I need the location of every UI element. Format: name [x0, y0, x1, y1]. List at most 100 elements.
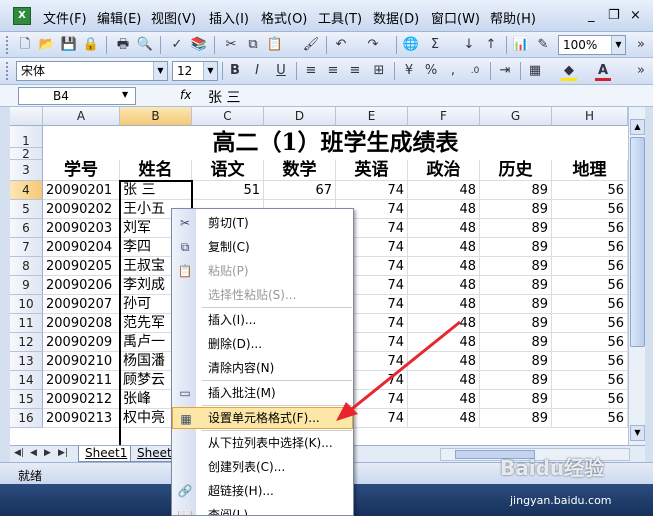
sort-descending-icon[interactable]: ↑ — [482, 36, 500, 54]
score-cell[interactable]: 56 — [552, 390, 628, 409]
context-menu-item[interactable]: 📖 查阅(L)... — [172, 504, 353, 515]
score-cell[interactable]: 89 — [480, 295, 552, 314]
score-cell[interactable]: 89 — [480, 409, 552, 428]
context-menu-item[interactable]: 清除内容(N) — [172, 357, 353, 379]
score-cell[interactable]: 56 — [552, 276, 628, 295]
row-header-7[interactable]: 7 — [10, 238, 43, 257]
student-id-cell[interactable]: 20090204 — [43, 238, 120, 257]
zoom-select[interactable]: 100% ▼ — [558, 35, 626, 55]
score-cell[interactable]: 89 — [480, 238, 552, 257]
menu-window[interactable]: 窗口(W) — [431, 8, 480, 27]
research-icon[interactable]: 📚 — [190, 36, 208, 54]
sheet-tab-1[interactable]: Sheet1 — [78, 446, 135, 462]
score-cell[interactable]: 89 — [480, 314, 552, 333]
menu-file[interactable]: 文件(F) — [43, 8, 87, 27]
context-menu-item[interactable]: 删除(D)... — [172, 333, 353, 355]
score-cell[interactable]: 56 — [552, 314, 628, 333]
student-id-cell[interactable]: 20090206 — [43, 276, 120, 295]
chevron-down-icon[interactable]: ▼ — [611, 36, 625, 54]
toolbar-options-icon[interactable]: » — [632, 36, 650, 54]
column-title-cell[interactable]: 地理 — [552, 160, 628, 181]
context-menu-item[interactable]: 从下拉列表中选择(K)... — [172, 432, 353, 454]
score-cell[interactable]: 56 — [552, 219, 628, 238]
context-menu-item[interactable]: 🔗 超链接(H)... — [172, 480, 353, 502]
score-cell[interactable]: 89 — [480, 390, 552, 409]
scroll-thumb[interactable] — [630, 137, 645, 347]
first-sheet-icon[interactable]: ◀| — [14, 448, 24, 458]
sort-ascending-icon[interactable]: ↓ — [460, 36, 478, 54]
drawing-icon[interactable]: ✎ — [534, 36, 552, 54]
column-header-b[interactable]: B — [120, 107, 192, 126]
score-cell[interactable]: 48 — [408, 352, 480, 371]
score-cell[interactable]: 89 — [480, 352, 552, 371]
close-button[interactable]: × — [630, 8, 641, 23]
context-menu-item[interactable]: 创建列表(C)... — [172, 456, 353, 478]
column-title-cell[interactable]: 英语 — [336, 160, 408, 181]
score-cell[interactable]: 48 — [408, 257, 480, 276]
chevron-down-icon[interactable]: ▼ — [122, 90, 128, 99]
chevron-down-icon[interactable]: ▼ — [203, 62, 217, 80]
score-cell[interactable]: 51 — [192, 181, 264, 200]
student-id-cell[interactable]: 20090212 — [43, 390, 120, 409]
row-header-2[interactable]: 2 — [10, 148, 43, 160]
font-name-select[interactable]: 宋体 ▼ — [16, 61, 168, 81]
score-cell[interactable]: 56 — [552, 200, 628, 219]
last-sheet-icon[interactable]: ▶| — [58, 448, 68, 458]
row-header-6[interactable]: 6 — [10, 219, 43, 238]
align-right-icon[interactable]: ≡ — [346, 62, 364, 80]
student-id-cell[interactable]: 20090203 — [43, 219, 120, 238]
toolbar-options-icon[interactable]: » — [632, 62, 650, 80]
currency-icon[interactable]: ¥ — [400, 62, 418, 80]
score-cell[interactable]: 56 — [552, 352, 628, 371]
score-cell[interactable]: 48 — [408, 409, 480, 428]
vertical-scrollbar[interactable]: ▲ ▼ — [628, 107, 645, 445]
student-id-cell[interactable]: 20090205 — [43, 257, 120, 276]
row-header-13[interactable]: 13 — [10, 352, 43, 371]
menu-edit[interactable]: 编辑(E) — [97, 8, 141, 27]
chevron-down-icon[interactable]: ▼ — [153, 62, 167, 80]
fx-icon[interactable]: fx — [180, 88, 191, 102]
sheet-title[interactable]: 高二（1）班学生成绩表 — [43, 126, 628, 160]
align-center-icon[interactable]: ≡ — [324, 62, 342, 80]
minimize-button[interactable]: _ — [588, 8, 595, 23]
student-name-cell[interactable]: 张 三 — [120, 181, 192, 200]
score-cell[interactable]: 89 — [480, 276, 552, 295]
hyperlink-icon[interactable]: 🌐 — [402, 36, 420, 54]
score-cell[interactable]: 48 — [408, 295, 480, 314]
score-cell[interactable]: 56 — [552, 371, 628, 390]
indent-icon[interactable]: ⇥ — [496, 62, 514, 80]
next-sheet-icon[interactable]: ▶ — [44, 448, 51, 458]
column-header-e[interactable]: E — [336, 107, 408, 126]
context-menu-item[interactable]: ▦ 设置单元格格式(F)... — [172, 407, 353, 429]
redo-icon[interactable]: ↷ — [364, 36, 382, 54]
column-title-cell[interactable]: 姓名 — [120, 160, 192, 181]
student-id-cell[interactable]: 20090210 — [43, 352, 120, 371]
score-cell[interactable]: 48 — [408, 276, 480, 295]
row-header-11[interactable]: 11 — [10, 314, 43, 333]
student-id-cell[interactable]: 20090207 — [43, 295, 120, 314]
score-cell[interactable]: 48 — [408, 200, 480, 219]
chart-wizard-icon[interactable]: 📊 — [512, 36, 530, 54]
column-header-c[interactable]: C — [192, 107, 264, 126]
select-all-corner[interactable] — [10, 107, 43, 126]
formula-input[interactable]: 张 三 — [208, 87, 240, 107]
score-cell[interactable]: 89 — [480, 181, 552, 200]
menu-insert[interactable]: 插入(I) — [209, 8, 249, 27]
row-header-15[interactable]: 15 — [10, 390, 43, 409]
context-menu-item[interactable]: ⧉ 复制(C) — [172, 236, 353, 258]
comma-button[interactable]: , — [444, 62, 462, 80]
column-header-f[interactable]: F — [408, 107, 480, 126]
row-header-5[interactable]: 5 — [10, 200, 43, 219]
menu-help[interactable]: 帮助(H) — [490, 8, 536, 27]
excel-icon[interactable]: X — [13, 7, 31, 25]
score-cell[interactable]: 89 — [480, 200, 552, 219]
score-cell[interactable]: 48 — [408, 333, 480, 352]
score-cell[interactable]: 56 — [552, 238, 628, 257]
column-title-cell[interactable]: 历史 — [480, 160, 552, 181]
save-icon[interactable]: 💾 — [60, 36, 78, 54]
student-id-cell[interactable]: 20090201 — [43, 181, 120, 200]
row-header-1[interactable]: 1 — [10, 126, 43, 148]
row-header-16[interactable]: 16 — [10, 409, 43, 428]
underline-button[interactable]: U — [272, 62, 290, 80]
column-header-a[interactable]: A — [43, 107, 120, 126]
